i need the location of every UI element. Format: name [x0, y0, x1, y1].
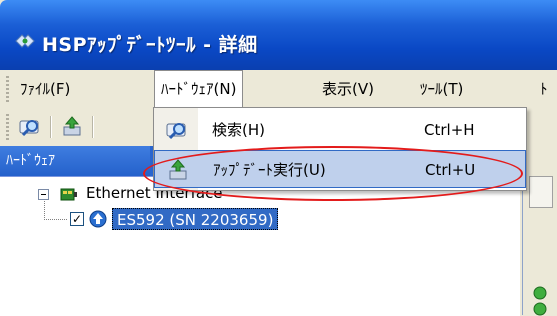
arrow-up-icon — [89, 210, 107, 228]
menu-item-search[interactable]: 検索(H) Ctrl+H — [154, 111, 526, 149]
network-card-icon — [60, 188, 77, 201]
tree-line — [44, 201, 45, 219]
menu-more[interactable]: ﾄ — [540, 70, 548, 108]
toolbar-grip[interactable] — [6, 114, 9, 140]
annotation-ellipse — [143, 146, 523, 201]
hardware-panel-header: ﾊｰﾄﾞｳｪｱ — [0, 146, 150, 176]
toolbar-separator — [92, 116, 94, 138]
pane-column-header — [529, 176, 553, 208]
window-title: HSPｱｯﾌﾟﾃﾞｰﾄﾂｰﾙ - 詳細 — [42, 34, 258, 56]
search-icon — [166, 123, 186, 140]
menu-file[interactable]: ﾌｧｲﾙ(F) — [20, 70, 70, 108]
search-icon[interactable] — [18, 115, 42, 139]
menu-item-search-label: 検索(H) — [212, 121, 265, 139]
status-ok-icon — [533, 302, 547, 316]
toolbar-separator — [50, 116, 52, 138]
menu-item-search-shortcut: Ctrl+H — [424, 121, 475, 139]
status-ok-icon — [533, 286, 547, 300]
menu-view[interactable]: 表示(V) — [322, 70, 374, 108]
detail-pane — [522, 146, 557, 316]
menubar-grip[interactable] — [6, 76, 9, 102]
menu-hardware[interactable]: ﾊｰﾄﾞｳｪｱ(N) — [154, 70, 244, 108]
title-bar: HSPｱｯﾌﾟﾃﾞｰﾄﾂｰﾙ - 詳細 — [0, 0, 557, 70]
device-checkbox[interactable]: ✓ — [70, 212, 84, 226]
tree-node-es592[interactable]: ES592 (SN 2203659) — [112, 208, 279, 230]
tree-line — [44, 219, 68, 220]
menu-tools[interactable]: ﾂｰﾙ(T) — [420, 70, 463, 108]
hsp-app-icon — [15, 34, 35, 48]
menu-bar: ﾌｧｲﾙ(F) ﾊｰﾄﾞｳｪｱ(N) 表示(V) ﾂｰﾙ(T) ﾄ — [0, 70, 557, 109]
update-icon[interactable] — [60, 115, 84, 139]
collapse-icon[interactable] — [38, 189, 49, 200]
